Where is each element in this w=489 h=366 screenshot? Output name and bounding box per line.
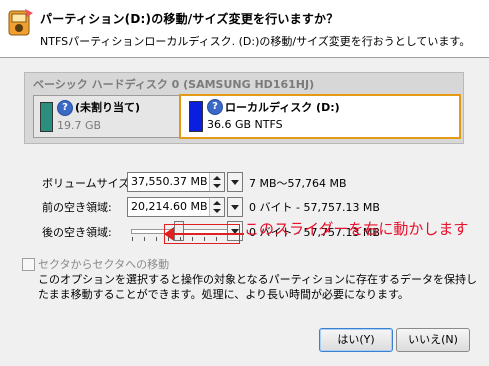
annotation-text: このスライダーを右に動かします — [244, 220, 469, 238]
help-icon: ? — [207, 99, 223, 115]
volume-size-unit-dropdown[interactable] — [227, 172, 243, 192]
dialog-subtitle: NTFSパーティションローカルディスク. (D:)の移動/サイズ変更を行おうとし… — [40, 35, 471, 48]
annotation-arrow-line — [172, 233, 244, 235]
dialog-header: パーティション(D:)の移動/サイズ変更を行いますか？ NTFSパーティションロ… — [0, 0, 489, 57]
volume-size-value: 37,550.37 MB — [131, 175, 208, 188]
volume-size-range: 7 MB～57,764 MB — [249, 177, 347, 190]
partition-color-swatch — [40, 102, 53, 132]
disk-map: ベーシック ハードディスク 0 (SAMSUNG HD161HJ) ? (未割り… — [24, 72, 464, 144]
free-before-value: 20,214.60 MB — [131, 200, 208, 213]
dialog-title: パーティション(D:)の移動/サイズ変更を行いますか？ — [40, 12, 339, 26]
free-before-unit-dropdown[interactable] — [227, 197, 243, 217]
free-before-label: 前の空き領域: — [42, 201, 112, 214]
header-separator — [0, 57, 489, 58]
partition-color-swatch — [189, 101, 203, 132]
free-before-input[interactable]: 20,214.60 MB — [127, 197, 225, 217]
volume-size-label: ボリュームサイズ: — [42, 177, 134, 190]
partition-size: 36.6 GB NTFS — [207, 118, 283, 131]
volume-size-spinner[interactable] — [209, 173, 224, 191]
partition-size: 19.7 GB — [57, 119, 102, 132]
free-before-range: 0 バイト - 57,757.13 MB — [249, 201, 380, 214]
partition-local-d[interactable]: ? ローカルディスク (D:) 36.6 GB NTFS — [179, 94, 461, 139]
partition-name: ローカルディスク (D:) — [225, 101, 340, 114]
sector-to-sector-checkbox[interactable] — [22, 258, 35, 271]
partition-unallocated[interactable]: ? (未割り当て) 19.7 GB — [33, 95, 195, 138]
disk-title: ベーシック ハードディスク 0 (SAMSUNG HD161HJ) — [33, 78, 315, 91]
volume-size-input[interactable]: 37,550.37 MB — [127, 172, 225, 192]
disk-resize-icon — [8, 9, 33, 36]
partition-name: (未割り当て) — [75, 101, 141, 114]
yes-button[interactable]: はい(Y) — [319, 328, 393, 352]
sector-description: このオプションを選択すると操作の対象となるパーティションに存在するデータを保持し… — [38, 273, 478, 301]
sector-to-sector-label: セクタからセクタへの移動 — [38, 258, 170, 271]
free-after-label: 後の空き領域: — [42, 226, 112, 239]
free-before-spinner[interactable] — [209, 198, 224, 216]
annotation-arrow-icon — [164, 227, 174, 241]
help-icon: ? — [57, 100, 73, 116]
no-button[interactable]: いいえ(N) — [396, 328, 470, 352]
